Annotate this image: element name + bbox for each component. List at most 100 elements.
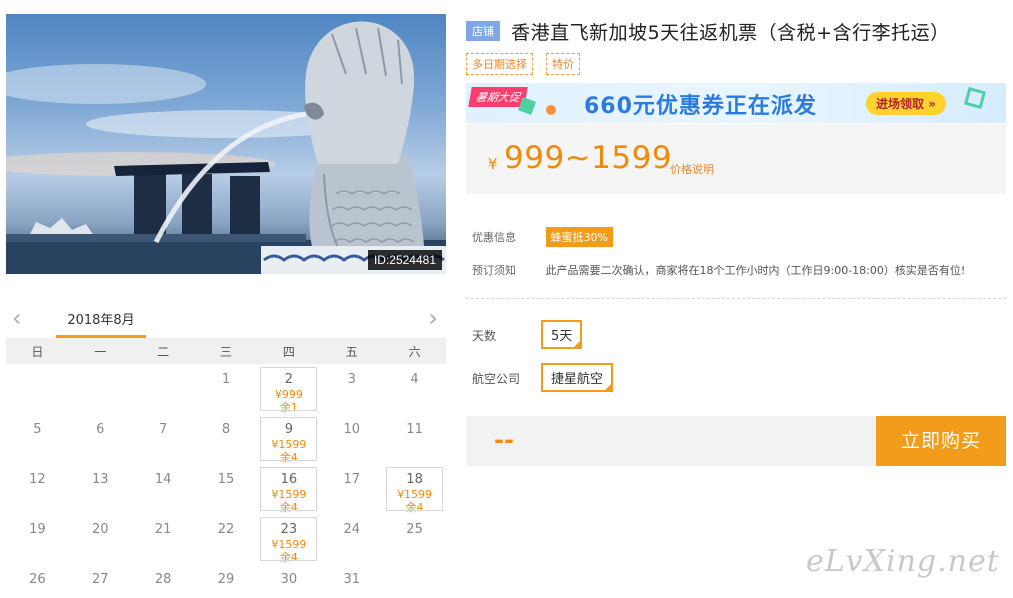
notice-label: 预订须知	[472, 264, 516, 277]
calendar-day: 24	[320, 514, 383, 564]
date-calendar: ‹ 2018年8月 › 日 一 二 三 四 五 六 1 2 ¥999 余1 3 4 5 6 7 8…	[6, 300, 446, 598]
product-title: 香港直飞新加坡5天往返机票（含税+含行李托运）	[511, 22, 950, 44]
calendar-day: 12	[6, 464, 69, 514]
day-number: 30	[280, 572, 298, 587]
shop-badge[interactable]: 店铺	[466, 21, 500, 41]
calendar-day: 14	[132, 464, 195, 514]
calendar-day: 15	[195, 464, 258, 514]
decor-shape	[518, 97, 536, 115]
prev-month-icon[interactable]: ‹	[12, 306, 22, 330]
selected-check-icon	[572, 339, 583, 349]
promo-banner[interactable]: 暑期大促 660元优惠券正在派发 进场领取 »	[466, 83, 1006, 123]
promo-label: 优惠信息	[472, 231, 516, 244]
weekday-label: 六	[408, 344, 421, 359]
notice-text: 此产品需要二次确认，商家将在18个工作小时内（工作日9:00-18:00）核实是…	[545, 264, 966, 277]
day-number: 4	[410, 372, 419, 387]
days-option-button[interactable]: 5天	[541, 320, 583, 349]
day-number: 6	[96, 422, 105, 437]
day-number: 11	[406, 422, 423, 437]
promo-tag: 蜂蜜抵30%	[545, 227, 613, 247]
weekday-label: 二	[157, 344, 170, 359]
banner-enter-button[interactable]: 进场领取 »	[866, 92, 946, 115]
price-box: ¥ 999~1599 价格说明	[466, 124, 1006, 194]
merlion-skyline-illustration	[6, 21, 446, 274]
watermark-logo: eLvXing.net	[806, 544, 1000, 579]
product-tags: 多日期选择 特价	[466, 53, 588, 75]
calendar-day: 1	[195, 364, 258, 414]
day-number: 25	[406, 522, 423, 537]
day-number: 10	[343, 422, 360, 437]
days-option-label: 5天	[551, 329, 573, 344]
weekday-label: 三	[219, 344, 232, 359]
image-id-label: ID:2524481	[367, 250, 442, 270]
calendar-day: 3	[320, 364, 383, 414]
day-border	[260, 467, 318, 511]
calendar-day-available[interactable]: 18 ¥1599 余4	[383, 464, 446, 514]
day-border	[260, 367, 318, 411]
calendar-empty-cell	[69, 364, 132, 414]
day-number: 19	[29, 522, 46, 537]
airline-option-label: 捷星航空	[551, 372, 604, 387]
selected-check-icon	[603, 382, 614, 392]
calendar-day: 19	[6, 514, 69, 564]
weekday-label: 日	[31, 344, 44, 359]
calendar-empty-cell	[132, 364, 195, 414]
buy-bar: --	[466, 416, 876, 466]
calendar-day: 8	[195, 414, 258, 464]
airline-option-button[interactable]: 捷星航空	[541, 363, 614, 392]
day-number: 12	[29, 472, 46, 487]
calendar-day-available[interactable]: 2 ¥999 余1	[257, 364, 320, 414]
day-number: 26	[29, 572, 46, 587]
day-number: 7	[158, 422, 168, 437]
price-note-link[interactable]: 价格说明	[670, 161, 714, 177]
month-underline	[56, 335, 146, 338]
day-border	[260, 517, 318, 561]
calendar-month-label: 2018年8月	[67, 313, 135, 328]
weekday-label: 一	[94, 344, 107, 359]
day-number: 5	[33, 422, 42, 437]
calendar-day-available[interactable]: 9 ¥1599 余4	[257, 414, 320, 464]
tag-multi-date: 多日期选择	[466, 53, 533, 75]
weekday-label: 五	[345, 344, 358, 359]
airline-label: 航空公司	[472, 372, 521, 386]
calendar-day: 7	[132, 414, 195, 464]
day-number: 31	[343, 572, 360, 587]
decor-shape	[546, 105, 556, 115]
calendar-day: 25	[383, 514, 446, 564]
weekday-header: 日 一 二 三 四 五 六	[6, 338, 446, 364]
day-number: 21	[154, 522, 172, 537]
day-number: 8	[221, 422, 231, 437]
calendar-day: 5	[6, 414, 69, 464]
calendar-day: 29	[195, 564, 258, 598]
calendar-day: 6	[69, 414, 132, 464]
notice-row: 预订须知 此产品需要二次确认，商家将在18个工作小时内（工作日9:00-18:0…	[472, 262, 965, 278]
day-border	[386, 467, 443, 511]
promo-info-row: 优惠信息 蜂蜜抵30%	[472, 227, 613, 247]
decor-shape	[963, 86, 987, 110]
buy-now-button[interactable]: 立即购买	[876, 416, 1006, 466]
calendar-day: 31	[320, 564, 383, 598]
weekday-label: 四	[282, 344, 295, 359]
calendar-day: 27	[69, 564, 132, 598]
product-image: ID:2524481	[6, 14, 446, 274]
calendar-day: 17	[320, 464, 383, 514]
day-number: 14	[154, 472, 172, 487]
calendar-day: 28	[132, 564, 195, 598]
banner-text: 660元优惠券正在派发	[584, 94, 817, 119]
currency-symbol: ¥	[488, 155, 498, 173]
calendar-day-available[interactable]: 16 ¥1599 余4	[257, 464, 320, 514]
next-month-icon[interactable]: ›	[428, 306, 438, 330]
calendar-day: 4	[383, 364, 446, 414]
day-border	[260, 417, 318, 461]
calendar-day: 21	[132, 514, 195, 564]
calendar-header: ‹ 2018年8月 ›	[6, 300, 446, 338]
day-number: 15	[217, 472, 235, 487]
calendar-day: 13	[69, 464, 132, 514]
days-label: 天数	[472, 329, 497, 343]
day-number: 22	[217, 522, 235, 537]
calendar-day: 11	[383, 414, 446, 464]
calendar-day: 30	[257, 564, 320, 598]
day-number: 24	[343, 522, 360, 537]
calendar-day-available[interactable]: 23 ¥1599 余4	[257, 514, 320, 564]
day-number: 1	[221, 372, 231, 387]
